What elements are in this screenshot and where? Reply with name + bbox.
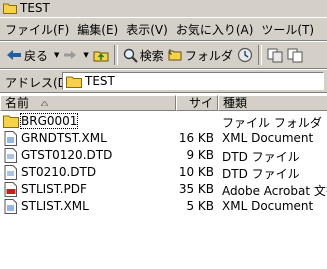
history-button[interactable] — [235, 44, 255, 66]
file-type: XML Document — [222, 131, 314, 145]
forward-history-dropdown[interactable]: ▼ — [79, 44, 90, 66]
file-name: GTST0120.DTD — [21, 148, 113, 162]
up-folder-button[interactable] — [91, 44, 111, 66]
file-type: DTD ファイル — [222, 150, 300, 164]
back-button[interactable]: 戻る — [4, 44, 50, 66]
dtd-file-icon — [4, 165, 17, 180]
file-type: XML Document — [222, 199, 314, 213]
search-icon — [123, 48, 138, 63]
menu-file[interactable]: ファイル(F) — [0, 21, 73, 38]
copy-to-icon — [287, 48, 303, 62]
file-size: 10 KB — [178, 165, 214, 179]
copy-to-button[interactable] — [285, 44, 305, 66]
column-header-type-label: 種類 — [223, 96, 248, 110]
list-item[interactable]: ST0210.DTD 10 KB DTD ファイル — [0, 164, 327, 181]
up-folder-icon — [93, 51, 109, 62]
folders-icon — [168, 49, 182, 61]
folders-button[interactable]: フォルダ — [166, 44, 235, 66]
file-type: Adobe Acrobat 文書 — [222, 184, 327, 198]
sort-ascending-icon — [41, 101, 48, 106]
pdf-file-icon — [4, 182, 17, 197]
folder-icon — [3, 3, 17, 14]
menu-tools[interactable]: ツール(T) — [257, 21, 318, 38]
search-button[interactable]: 検索 — [121, 44, 166, 66]
forward-button[interactable] — [61, 44, 79, 66]
chevron-down-icon: ▼ — [83, 51, 89, 59]
file-name: GRNDTST.XML — [21, 131, 107, 145]
file-name: ST0210.DTD — [21, 165, 97, 179]
address-bar: アドレス(D) TEST — [0, 69, 327, 93]
column-header-size[interactable]: サイズ — [176, 95, 218, 125]
toolbar-separator — [113, 45, 118, 65]
address-field[interactable]: TEST — [62, 72, 324, 90]
menu-edit[interactable]: 編集(E) — [73, 21, 122, 38]
toolbar: 戻る ▼ ▼ 検索 フォルダ — [0, 41, 327, 69]
file-list: BRG0001 ファイル フォルダ GRNDTST.XML 16 KB XML … — [0, 111, 327, 269]
column-header-type[interactable]: 種類 — [218, 95, 327, 111]
xml-document-icon — [4, 131, 17, 146]
list-item[interactable]: STLIST.XML 5 KB XML Document — [0, 198, 327, 215]
chevron-down-icon: ▼ — [54, 51, 60, 59]
file-size: 9 KB — [186, 148, 214, 162]
address-value: TEST — [85, 74, 115, 88]
xml-document-icon — [4, 199, 17, 214]
list-item[interactable]: GRNDTST.XML 16 KB XML Document — [0, 130, 327, 147]
dtd-file-icon — [4, 148, 17, 163]
list-item[interactable]: STLIST.PDF 35 KB Adobe Acrobat 文書 — [0, 181, 327, 198]
folder-icon — [3, 115, 19, 128]
move-to-button[interactable] — [265, 44, 285, 66]
menu-favorites[interactable]: お気に入り(A) — [172, 21, 258, 38]
column-header-name-label: 名前 — [5, 96, 30, 110]
file-name: BRG0001 — [19, 113, 79, 129]
menu-bar: ファイル(F) 編集(E) 表示(V) お気に入り(A) ツール(T) — [0, 17, 327, 41]
file-name: STLIST.XML — [21, 199, 89, 213]
toolbar-separator — [257, 45, 262, 65]
forward-arrow-icon — [64, 51, 77, 59]
window-title: TEST — [20, 1, 50, 15]
column-header-name[interactable]: 名前 — [0, 95, 176, 111]
menu-view[interactable]: 表示(V) — [122, 21, 172, 38]
list-item[interactable]: GTST0120.DTD 9 KB DTD ファイル — [0, 147, 327, 164]
move-to-icon — [267, 48, 283, 62]
file-type: ファイル フォルダ — [222, 116, 322, 130]
list-header: 名前 サイズ 種類 — [0, 95, 327, 125]
history-clock-icon — [237, 47, 252, 63]
file-size: 16 KB — [178, 131, 214, 145]
title-bar: TEST — [0, 0, 327, 17]
back-history-dropdown[interactable]: ▼ — [50, 44, 61, 66]
back-arrow-icon — [7, 50, 21, 60]
list-item[interactable]: BRG0001 ファイル フォルダ — [0, 113, 327, 130]
file-name: STLIST.PDF — [21, 182, 87, 196]
file-type: DTD ファイル — [222, 167, 300, 181]
back-button-label: 戻る — [24, 48, 49, 63]
file-size: 35 KB — [178, 182, 214, 196]
file-size: 5 KB — [186, 199, 214, 213]
search-button-label: 検索 — [139, 48, 164, 63]
folder-icon — [66, 76, 82, 88]
folders-button-label: フォルダ — [184, 48, 233, 63]
